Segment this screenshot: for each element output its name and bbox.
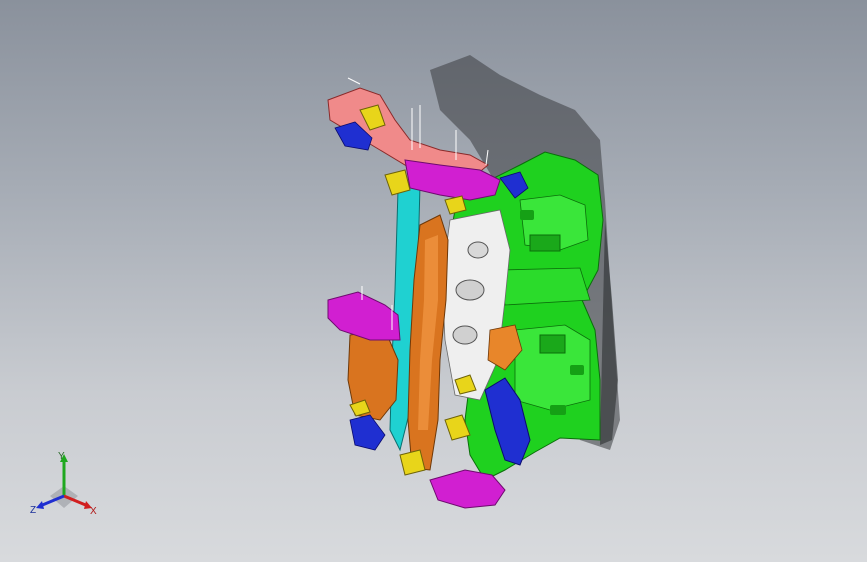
triad-x-label: X [90,506,97,517]
graphics-viewport[interactable]: Y X Z [0,0,867,562]
triad-y-label: Y [58,451,65,462]
triad-z-label: Z [30,505,37,516]
assembly-model[interactable] [0,0,867,562]
magenta-mid-bracket-part[interactable] [327,291,401,341]
